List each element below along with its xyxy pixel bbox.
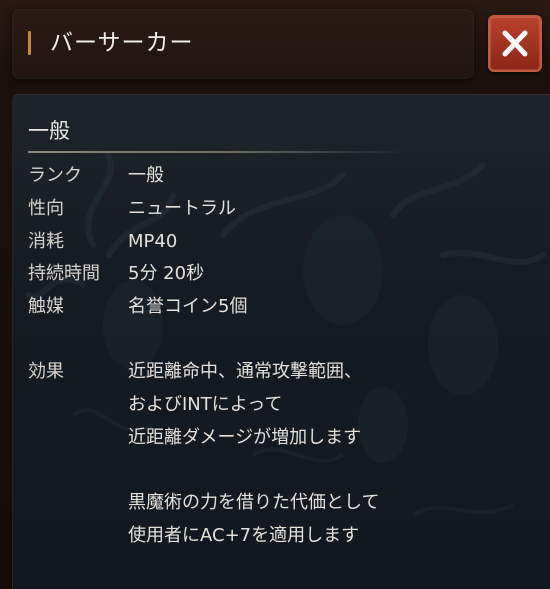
duration-label: 持続時間: [28, 263, 100, 284]
skill-info-window: バーサーカー 一般 ランク 一般 性向 ニュートラル 消耗 MP40 持続時間 …: [0, 0, 550, 589]
effect-label: 効果: [28, 361, 64, 382]
effect-line: 使用者にAC+7を適用します: [128, 525, 360, 546]
close-button[interactable]: [488, 15, 542, 72]
effect-line: 近距離命中、通常攻撃範囲、: [128, 361, 362, 382]
rank-value: 一般: [128, 165, 164, 186]
heading-divider: [28, 151, 406, 153]
cost-value: MP40: [128, 231, 178, 252]
catalyst-value: 名誉コイン5個: [128, 296, 248, 317]
skill-detail-panel: 一般 ランク 一般 性向 ニュートラル 消耗 MP40 持続時間 5分 20秒 …: [12, 94, 550, 589]
catalyst-label: 触媒: [28, 296, 64, 317]
alignment-label: 性向: [28, 198, 64, 219]
effect-line: 黒魔術の力を借りた代価として: [128, 492, 380, 513]
rank-label: ランク: [28, 165, 82, 186]
close-icon: [502, 30, 528, 57]
title-accent-bar: [28, 31, 31, 55]
alignment-value: ニュートラル: [128, 198, 236, 219]
section-heading: 一般: [28, 119, 70, 143]
cost-label: 消耗: [28, 231, 64, 252]
skill-title: バーサーカー: [50, 30, 194, 56]
duration-value: 5分 20秒: [128, 263, 205, 284]
effect-line: およびINTによって: [128, 394, 283, 415]
effect-line: 近距離ダメージが増加します: [128, 427, 362, 448]
